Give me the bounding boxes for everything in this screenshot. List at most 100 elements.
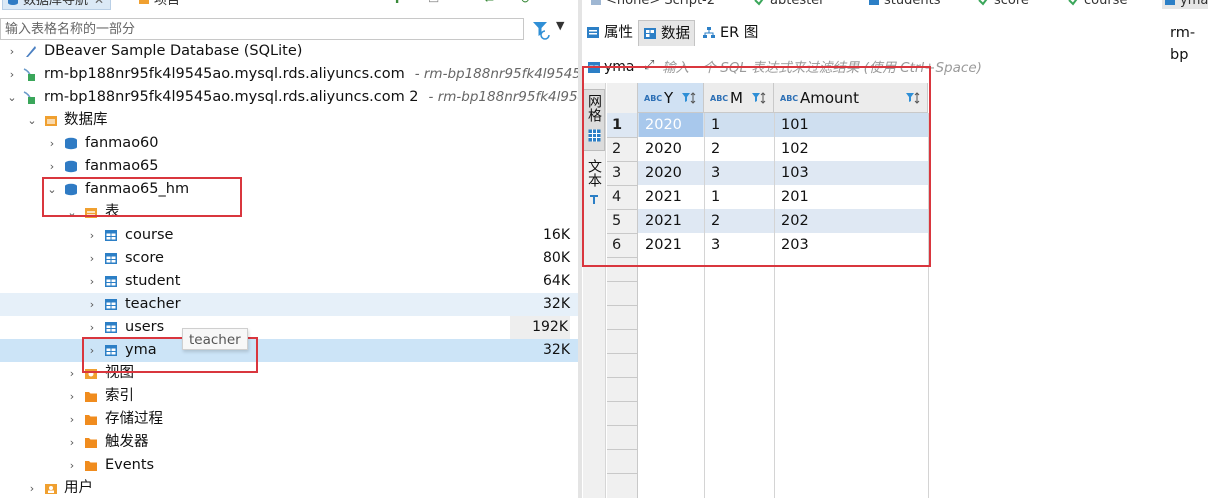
tree-item-indexes[interactable]: › 索引 [0, 385, 578, 408]
grid-cell[interactable]: 101 [775, 113, 927, 137]
tree-item-table-yma[interactable]: › yma 32K [0, 339, 578, 362]
new-folder-icon[interactable]: ▭ [428, 0, 439, 6]
column-header-amount[interactable]: ABC Amount [774, 83, 928, 113]
expand-arrow-icon[interactable]: › [86, 339, 98, 362]
grid-cell[interactable]: 2020 [639, 113, 703, 137]
expand-arrow-icon[interactable]: › [86, 293, 98, 316]
expand-arrow-icon[interactable]: › [66, 454, 78, 477]
editor-tab-students[interactable]: students [866, 0, 940, 9]
row-number[interactable]: 5 [607, 209, 637, 233]
table-icon [105, 253, 117, 264]
tree-item-table-users[interactable]: › users 192K [0, 316, 578, 339]
database-icon [65, 137, 77, 150]
expand-arrow-icon[interactable]: › [86, 224, 98, 247]
expand-arrow-icon[interactable]: › [46, 155, 58, 178]
table-size: 192K [510, 316, 570, 339]
expand-arrow-icon[interactable]: › [66, 362, 78, 385]
collapse-arrow-icon[interactable]: ⌄ [6, 86, 18, 109]
row-number[interactable]: 4 [607, 185, 637, 209]
tree-item-procedures[interactable]: › 存储过程 [0, 408, 578, 431]
tree-item-tables-folder[interactable]: ⌄ 表 [0, 201, 578, 224]
expand-arrow-icon[interactable]: › [86, 247, 98, 270]
grid-cell[interactable]: 1 [705, 113, 773, 137]
database-icon [65, 183, 77, 196]
expand-arrow-icon[interactable]: › [66, 385, 78, 408]
row-number[interactable]: 3 [607, 161, 637, 185]
tab-data[interactable]: 数据 [638, 20, 695, 46]
tree-item-views[interactable]: › 视图 [0, 362, 578, 385]
grid-cell[interactable]: 3 [705, 161, 773, 185]
tree-item-table-score[interactable]: › score 80K [0, 247, 578, 270]
expand-arrow-icon[interactable]: › [66, 408, 78, 431]
column-header-y[interactable]: ABC Y [638, 83, 704, 113]
tree-item-connection-1[interactable]: › rm-bp188nr95fk4l9545ao.mysql.rds.aliyu… [0, 63, 578, 86]
collapse-arrow-icon[interactable]: ⌄ [66, 201, 78, 224]
grid-cell[interactable]: 203 [775, 233, 927, 257]
grid-cell[interactable]: 102 [775, 137, 927, 161]
results-grid: ABC Y ABC M ABC Amount 1 2020 1 101 2 20… [607, 83, 1212, 498]
expand-arrow-icon[interactable]: › [6, 40, 18, 63]
tree-item-connection-2[interactable]: ⌄ rm-bp188nr95fk4l9545ao.mysql.rds.aliyu… [0, 86, 578, 109]
tab-er-diagram[interactable]: ER 图 [698, 20, 762, 46]
tree-item-label: score [125, 250, 164, 266]
expand-arrow-icon[interactable]: › [46, 132, 58, 155]
grid-cell[interactable]: 2021 [639, 233, 703, 257]
filter-icon[interactable] [530, 18, 552, 40]
tree-item-triggers[interactable]: › 触发器 [0, 431, 578, 454]
row-number[interactable]: 2 [607, 137, 637, 161]
grid-cell[interactable]: 2 [705, 209, 773, 233]
tab-projects[interactable]: 项目 [134, 0, 186, 9]
link-editor-icon[interactable]: ⇐ [484, 0, 494, 6]
expand-arrow-icon[interactable]: › [86, 270, 98, 293]
tree-item-db-fanmao65[interactable]: › fanmao65 [0, 155, 578, 178]
grid-cell[interactable]: 2 [705, 137, 773, 161]
expand-arrow-icon[interactable]: › [26, 477, 38, 498]
editor-tab-abtester[interactable]: abtester [752, 0, 825, 9]
connection-selector[interactable]: rm-bp [1152, 22, 1212, 63]
grid-cell[interactable]: 103 [775, 161, 927, 185]
tree-item-table-teacher[interactable]: › teacher 32K [0, 293, 578, 316]
grid-cell[interactable]: 201 [775, 185, 927, 209]
grid-cell[interactable]: 3 [705, 233, 773, 257]
filter-dropdown-icon[interactable]: ▼ [556, 19, 564, 32]
editor-tab-yma[interactable]: yma [1162, 0, 1209, 9]
sort-filter-icon[interactable] [905, 91, 921, 105]
tree-item-events[interactable]: › Events [0, 454, 578, 477]
tree-item-db-fanmao65-hm[interactable]: ⌄ fanmao65_hm [0, 178, 578, 201]
tree-item-table-student[interactable]: › student 64K [0, 270, 578, 293]
tab-text-view[interactable]: 文本 [583, 159, 605, 215]
grid-cell[interactable]: 1 [705, 185, 773, 209]
tab-database-navigator[interactable]: 数据库导航 ✕ [2, 0, 112, 10]
tab-grid-view[interactable]: 网格 [583, 89, 605, 151]
editor-tab-course[interactable]: course [1066, 0, 1127, 9]
column-header-m[interactable]: ABC M [704, 83, 774, 113]
tree-item-table-course[interactable]: › course 16K [0, 224, 578, 247]
table-filter-input[interactable] [0, 18, 524, 40]
expand-arrow-icon[interactable]: › [66, 431, 78, 454]
tree-item-databases[interactable]: ⌄ 数据库 [0, 109, 578, 132]
tree-item-users-folder[interactable]: › 用户 [0, 477, 578, 498]
collapse-arrow-icon[interactable]: ⌄ [46, 178, 58, 201]
editor-tab-script[interactable]: <none> Script-2 [588, 0, 715, 9]
new-connection-icon[interactable]: ✚ [392, 0, 402, 6]
grid-cell[interactable]: 202 [775, 209, 927, 233]
editor-tab-score[interactable]: score [976, 0, 1029, 9]
sort-filter-icon[interactable] [681, 91, 697, 105]
grid-cell[interactable]: 2020 [639, 161, 703, 185]
sort-filter-icon[interactable] [751, 91, 767, 105]
refresh-icon[interactable]: ↻ [520, 0, 530, 6]
tab-properties[interactable]: 属性 [582, 20, 637, 46]
tree-item-label: Events [105, 457, 155, 473]
sql-filter-input[interactable] [642, 57, 1212, 79]
collapse-arrow-icon[interactable]: ⌄ [26, 109, 38, 132]
row-number[interactable]: 6 [607, 233, 637, 257]
expand-arrow-icon[interactable]: › [86, 316, 98, 339]
close-icon[interactable]: ✕ [94, 0, 104, 7]
row-number[interactable]: 1 [607, 113, 637, 137]
expand-arrow-icon[interactable]: › [6, 63, 18, 86]
grid-cell[interactable]: 2021 [639, 209, 703, 233]
grid-cell[interactable]: 2020 [639, 137, 703, 161]
tree-item-db-fanmao60[interactable]: › fanmao60 [0, 132, 578, 155]
tree-item-sqlite-sample[interactable]: › DBeaver Sample Database (SQLite) [0, 40, 578, 63]
grid-cell[interactable]: 2021 [639, 185, 703, 209]
